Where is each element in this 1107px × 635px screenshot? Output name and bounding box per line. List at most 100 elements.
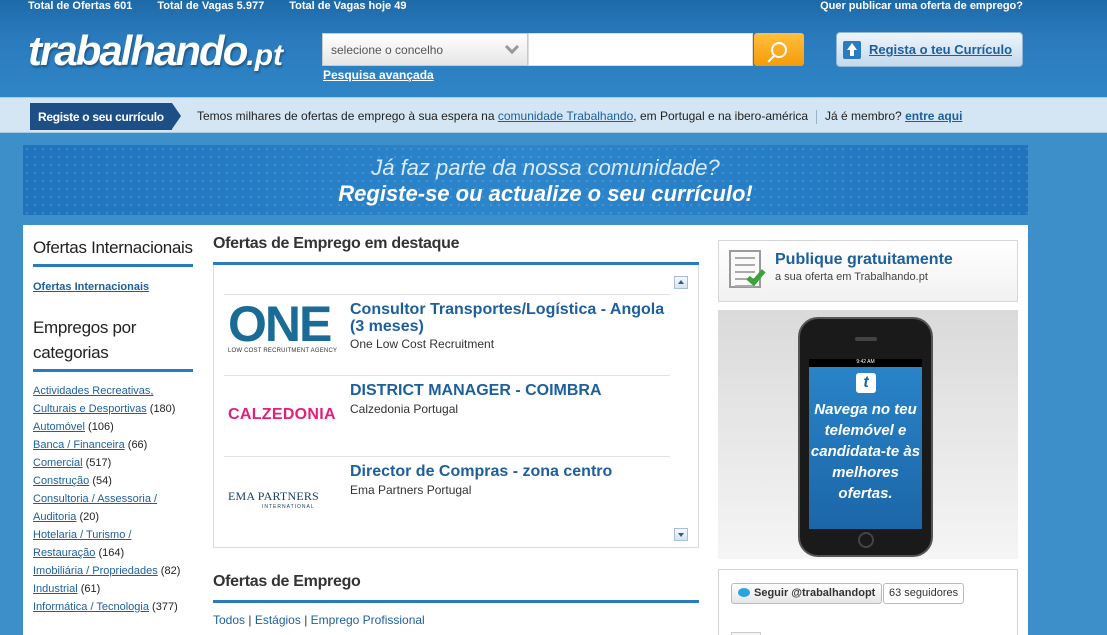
twitter-follow-button[interactable]: Seguir @trabalhandopt xyxy=(731,583,883,604)
categories-heading: Empregos por categorias xyxy=(33,318,137,362)
logo-suffix: .pt xyxy=(246,39,284,72)
twitter-follower-count: 63 seguidores xyxy=(883,583,965,604)
category-count: (517) xyxy=(85,457,112,469)
reg-text-after: , em Portugal e na ibero-américa xyxy=(633,109,809,123)
phone-speaker xyxy=(855,337,877,341)
site-stats: Total de Ofertas 601 Total de Vagas 5.97… xyxy=(28,0,428,14)
job-title-link[interactable]: Consultor Transportes/Logística - Angola… xyxy=(350,301,680,335)
logo-main: trabalhando xyxy=(28,27,248,74)
register-cv-label: Regista o teu Currículo xyxy=(869,42,1013,57)
category-link[interactable]: Industrial xyxy=(33,583,78,595)
featured-jobs-list: ONE LOW COST RECRUITMENT AGENCY Consulto… xyxy=(213,265,699,548)
location-select[interactable]: selecione o concelho xyxy=(322,33,528,66)
filter-professional-link[interactable]: Emprego Profissional xyxy=(311,613,425,627)
list-item: Informática / Tecnologia (377) xyxy=(33,598,193,616)
category-count: (180) xyxy=(149,403,176,415)
list-item: Automóvel (106) xyxy=(33,418,193,436)
company-logo: EMA PARTNERS INTERNATIONAL xyxy=(228,489,338,510)
list-item: Imobiliária / Propriedades (82) xyxy=(33,562,193,580)
one-logo-subtext: LOW COST RECRUITMENT AGENCY xyxy=(228,348,338,354)
publish-offer-link[interactable]: Quer publicar uma oferta de emprego? xyxy=(820,0,1023,12)
phone-status-bar: 9:42 AM xyxy=(809,359,922,367)
chevron-down-icon xyxy=(504,39,520,55)
mobile-ad-text: Navega no teu telemóvel e candidata-te à… xyxy=(810,401,921,502)
category-count: (61) xyxy=(80,583,101,595)
list-item: Banca / Financeira (66) xyxy=(33,436,193,454)
mobile-app-ad[interactable]: 9:42 AM t Navega no teu telemóvel e cand… xyxy=(718,310,1018,559)
list-item[interactable]: CALZEDONIA DISTRICT MANAGER - COIMBRA Ca… xyxy=(224,375,670,456)
phone-image: 9:42 AM t Navega no teu telemóvel e cand… xyxy=(798,317,933,557)
location-select-label: selecione o concelho xyxy=(331,43,444,57)
job-company: Ema Partners Portugal xyxy=(350,483,472,497)
list-item: Industrial (61) xyxy=(33,580,193,598)
twitter-widget: Seguir @trabalhandopt 63 seguidores xyxy=(718,569,1018,635)
community-link[interactable]: comunidade Trabalhando xyxy=(498,109,633,123)
category-link[interactable]: Comercial xyxy=(33,457,83,469)
banner-line-2: Registe-se ou actualize o seu currículo! xyxy=(338,181,753,206)
register-cv-button[interactable]: Regista o teu Currículo xyxy=(836,32,1023,67)
divider xyxy=(33,369,193,372)
banner-line-1: Já faz parte da nossa comunidade? xyxy=(371,155,720,180)
filter-all-link[interactable]: Todos xyxy=(213,613,245,627)
upload-icon xyxy=(843,40,861,59)
featured-heading: Ofertas de Emprego em destaque xyxy=(213,235,460,252)
job-company: Calzedonia Portugal xyxy=(350,402,459,416)
category-count: (20) xyxy=(79,511,100,523)
right-sidebar: Publique gratuitamente a sua oferta em T… xyxy=(718,240,1018,635)
category-count: (66) xyxy=(127,439,148,451)
site-header: Total de Ofertas 601 Total de Vagas 5.97… xyxy=(0,0,1107,97)
search-icon xyxy=(771,41,787,58)
one-logo-text: ONE xyxy=(228,296,332,352)
member-question: Já é membro? xyxy=(825,109,902,123)
list-item: Actividades Recreativas, Culturais e Des… xyxy=(33,382,193,418)
reg-text-before: Temos milhares de ofertas de emprego à s… xyxy=(197,109,498,123)
international-heading: Ofertas Internacionais xyxy=(33,238,193,257)
main-content: Ofertas Internacionais Ofertas Internaci… xyxy=(23,225,1028,635)
phone-home-button xyxy=(858,532,874,548)
featured-jobs-column: Ofertas de Emprego em destaque ONE LOW C… xyxy=(213,235,699,627)
divider xyxy=(816,109,818,124)
category-count: (164) xyxy=(98,547,125,559)
category-link[interactable]: Banca / Financeira xyxy=(33,439,125,451)
international-offers-link[interactable]: Ofertas Internacionais xyxy=(33,281,149,293)
filter-internships-link[interactable]: Estágios xyxy=(255,613,301,627)
registration-message: Temos milhares de ofertas de emprego à s… xyxy=(197,109,962,124)
publish-free-box[interactable]: Publique gratuitamente a sua oferta em T… xyxy=(718,240,1018,302)
phone-screen: 9:42 AM t Navega no teu telemóvel e cand… xyxy=(809,359,922,529)
scroll-up-button[interactable] xyxy=(674,276,688,289)
search-button[interactable] xyxy=(754,33,804,66)
total-vacancies-stat: Total de Vagas 5.977 xyxy=(157,0,265,12)
category-link[interactable]: Imobiliária / Propriedades xyxy=(33,565,158,577)
twitter-follow-label: Seguir @trabalhandopt xyxy=(754,587,876,599)
search-input[interactable] xyxy=(528,33,753,66)
job-title-link[interactable]: DISTRICT MANAGER - COIMBRA xyxy=(350,382,680,399)
login-link[interactable]: entre aqui xyxy=(905,109,962,123)
total-offers-stat: Total de Ofertas 601 xyxy=(28,0,133,12)
community-banner[interactable]: Já faz parte da nossa comunidade? Regist… xyxy=(23,145,1028,215)
list-item[interactable]: EMA PARTNERS INTERNATIONAL Director de C… xyxy=(224,456,670,537)
job-title-link[interactable]: Director de Compras - zona centro xyxy=(350,463,680,480)
advanced-search-link[interactable]: Pesquisa avançada xyxy=(323,68,434,82)
category-link[interactable]: Actividades Recreativas, Culturais e Des… xyxy=(33,385,153,415)
list-item[interactable]: ONE LOW COST RECRUITMENT AGENCY Consulto… xyxy=(224,294,670,375)
today-vacancies-stat: Total de Vagas hoje 49 xyxy=(289,0,407,12)
left-sidebar: Ofertas Internacionais Ofertas Internaci… xyxy=(33,235,193,616)
category-count: (377) xyxy=(152,601,178,613)
site-logo[interactable]: trabalhando.pt xyxy=(28,30,283,72)
publish-subtitle: a sua oferta em Trabalhando.pt xyxy=(775,271,928,283)
scroll-down-button[interactable] xyxy=(674,528,688,541)
category-link[interactable]: Automóvel xyxy=(33,421,85,433)
company-logo: CALZEDONIA xyxy=(228,406,338,424)
company-logo: ONE LOW COST RECRUITMENT AGENCY xyxy=(228,296,338,354)
category-list: Actividades Recreativas, Culturais e Des… xyxy=(33,382,193,616)
job-type-filters: Todos | Estágios | Emprego Profissional xyxy=(213,613,425,627)
list-item: Construção (54) xyxy=(33,472,193,490)
category-count: (82) xyxy=(160,565,181,577)
category-link[interactable]: Construção xyxy=(33,475,89,487)
offers-heading: Ofertas de Emprego xyxy=(213,573,361,590)
category-link[interactable]: Informática / Tecnologia xyxy=(33,601,149,613)
category-count: (54) xyxy=(92,475,112,487)
registration-bar: Registe o seu currículo Temos milhares d… xyxy=(0,97,1107,133)
register-cv-tag[interactable]: Registe o seu currículo xyxy=(30,103,181,130)
category-count: (106) xyxy=(88,421,114,433)
